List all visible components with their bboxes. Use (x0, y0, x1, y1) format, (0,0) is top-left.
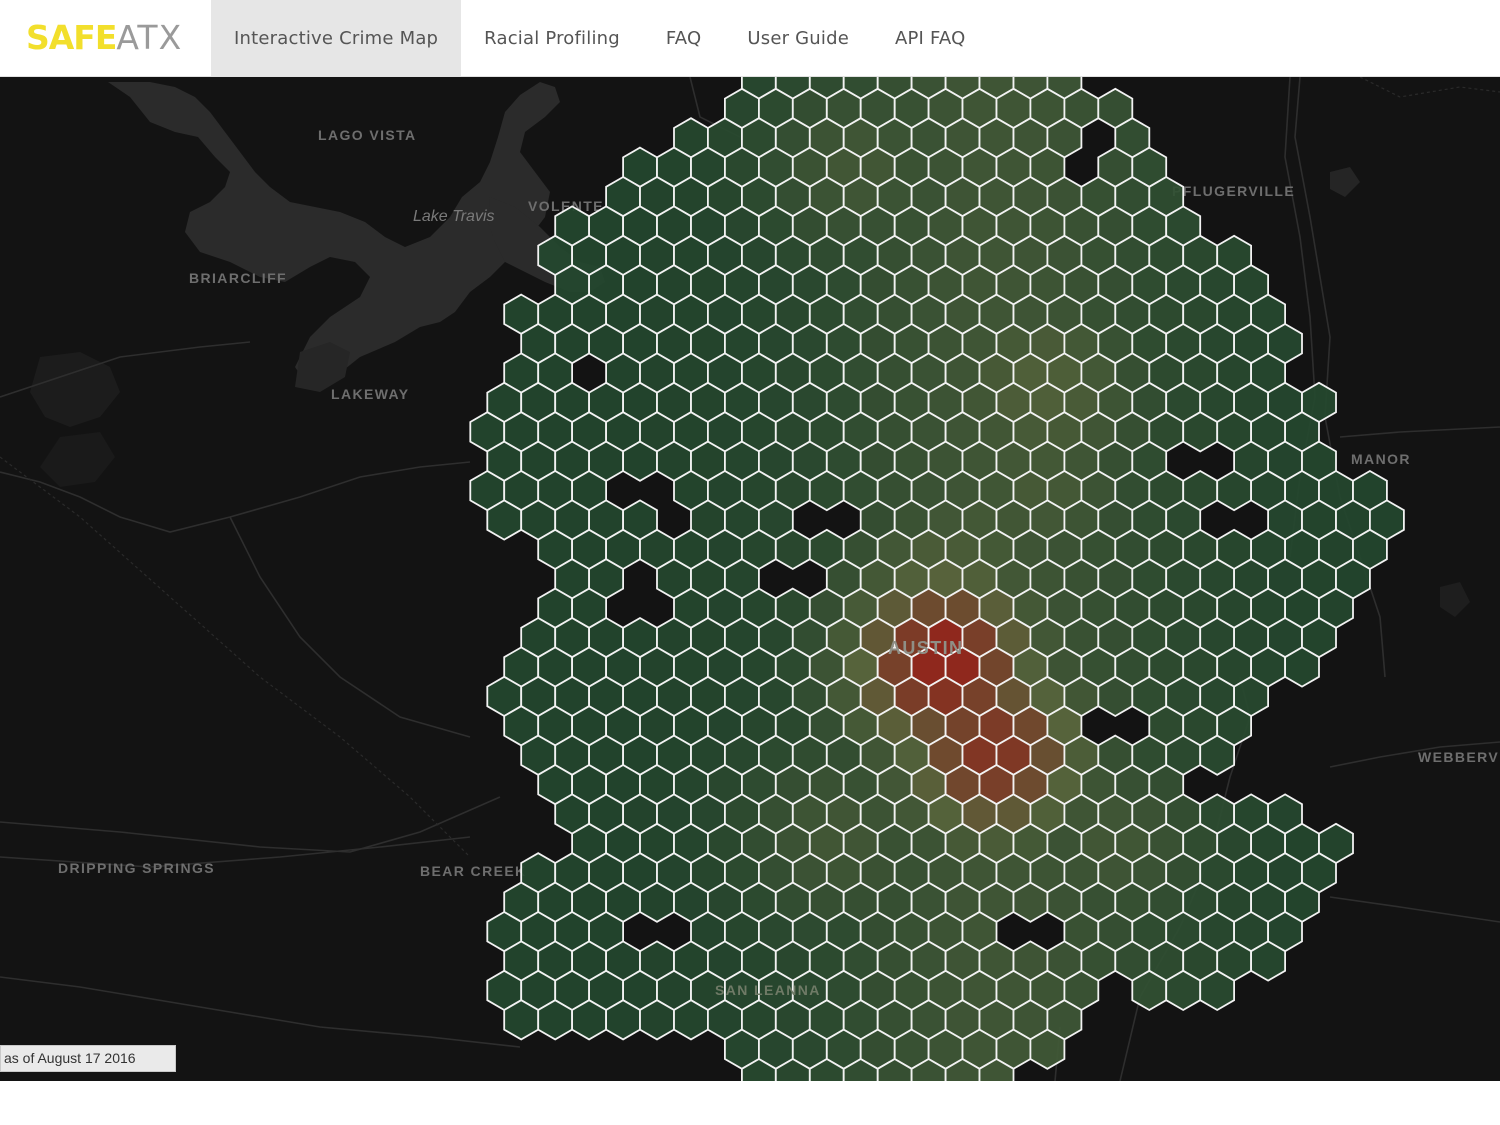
nav-item-racial-profiling[interactable]: Racial Profiling (461, 0, 643, 76)
brand-logo[interactable]: SAFE ATX (26, 18, 182, 58)
county-line-travis (0, 456, 471, 858)
hexbin-cell[interactable] (1029, 1028, 1066, 1070)
hexbin-cell[interactable] (1199, 734, 1235, 776)
crime-hexbin-map[interactable]: LAGO VISTA Lake Travis VOLENTE PFLUGERVI… (0, 77, 1500, 1081)
hexbin-cell[interactable] (605, 999, 641, 1041)
hexbin-cell[interactable] (1250, 940, 1286, 982)
road-sw (229, 516, 471, 738)
brand-atx-text: ATX (116, 18, 183, 57)
hexbin-cell[interactable] (503, 999, 540, 1041)
dotted-area-east (1440, 582, 1470, 617)
crime-hexbin-layer[interactable] (469, 77, 1405, 1081)
hexbin-cell[interactable] (1199, 969, 1235, 1012)
map-canvas[interactable]: LAGO VISTA Lake Travis VOLENTE PFLUGERVI… (0, 77, 1500, 1081)
label-san-leanna: SAN LEANNA (715, 982, 821, 998)
label-briarcliff: BRIARCLIFF (189, 270, 287, 286)
lake-inlet (295, 342, 350, 392)
nav-item-user-guide[interactable]: User Guide (724, 0, 872, 76)
hexbin-cell[interactable] (571, 999, 607, 1041)
label-lakeway: LAKEWAY (331, 386, 410, 402)
hexbin-cell[interactable] (1284, 646, 1320, 688)
nav-menu: Interactive Crime Map Racial Profiling F… (211, 0, 988, 76)
data-date-attribution: as of August 17 2016 (0, 1045, 176, 1072)
label-pflugerville: PFLUGERVILLE (1172, 183, 1295, 199)
label-webberville: WEBBERV (1418, 749, 1499, 765)
road-290-west (0, 796, 501, 853)
label-austin: AUSTIN (888, 638, 963, 658)
road-manor (1339, 426, 1500, 438)
county-line-ne (1359, 77, 1500, 98)
hexbin-cell[interactable] (774, 528, 811, 571)
hexbin-cell[interactable] (1131, 969, 1168, 1012)
hexbin-cell[interactable] (808, 469, 845, 512)
nav-item-api-faq[interactable]: API FAQ (872, 0, 988, 76)
dotted-area-2 (40, 432, 115, 487)
top-navbar: SAFE ATX Interactive Crime Map Racial Pr… (0, 0, 1500, 77)
small-pond-ne (1330, 167, 1360, 197)
nav-item-faq[interactable]: FAQ (643, 0, 724, 76)
hexbin-cell[interactable] (537, 999, 573, 1041)
hexbin-cell[interactable] (1012, 881, 1049, 923)
label-manor: MANOR (1351, 451, 1411, 467)
label-lake-travis: Lake Travis (413, 208, 495, 225)
road-south-west (0, 976, 521, 1048)
nav-item-interactive-crime-map[interactable]: Interactive Crime Map (211, 0, 462, 76)
hexbin-cell[interactable] (1165, 969, 1202, 1012)
hexbin-cell[interactable] (1182, 411, 1219, 453)
hexbin-cell[interactable] (622, 440, 658, 482)
brand-safe-text: SAFE (26, 18, 117, 57)
label-lago-vista: LAGO VISTA (318, 127, 417, 143)
hexbin-cell[interactable] (486, 499, 523, 541)
hexbin-cell[interactable] (639, 881, 675, 923)
hexbin-cell[interactable] (1216, 469, 1252, 512)
road-71-east (1329, 896, 1500, 923)
hexbin-cell[interactable] (639, 999, 675, 1041)
label-dripping-springs: DRIPPING SPRINGS (58, 860, 215, 876)
hexbin-cell[interactable] (673, 999, 709, 1041)
hexbin-cell[interactable] (1097, 675, 1134, 718)
dotted-area-1 (30, 352, 120, 427)
label-bear-creek: BEAR CREEK (420, 863, 527, 879)
